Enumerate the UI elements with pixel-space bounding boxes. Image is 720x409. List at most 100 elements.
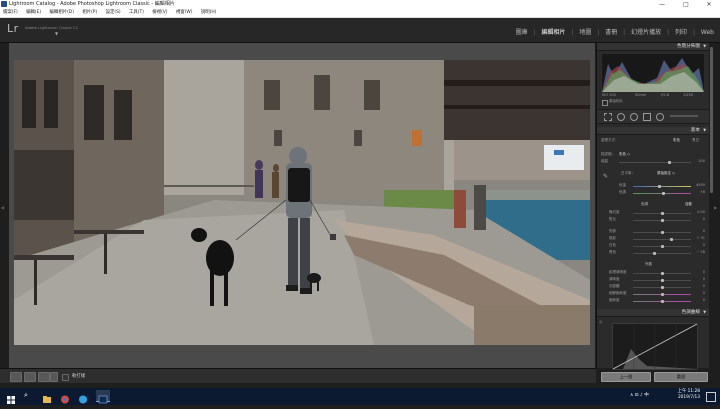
blacks-slider-knob[interactable]	[653, 252, 656, 255]
module-separator: |	[623, 29, 626, 36]
module-develop[interactable]: 編輯相片	[541, 29, 565, 36]
maximize-button[interactable]: □	[675, 0, 697, 9]
soft-proofing-checkbox[interactable]	[62, 374, 69, 381]
menu-photo[interactable]: 相片(P)	[82, 9, 97, 17]
radial-filter-icon[interactable]	[656, 113, 664, 121]
menu-develop[interactable]: 編輯相片(D)	[50, 9, 74, 17]
swap-before-after-button[interactable]	[38, 372, 50, 382]
menu-edit[interactable]: 編輯(E)	[26, 9, 41, 17]
saturation-label: 飽和度	[609, 298, 620, 302]
view-options-dropdown[interactable]	[50, 372, 58, 382]
tone-curve-panel-header[interactable]: 色調曲線 ▼	[597, 309, 709, 317]
tint-slider-knob[interactable]	[662, 192, 665, 195]
exposure-value[interactable]: 0.00	[693, 210, 705, 215]
amount-slider-knob[interactable]	[668, 161, 671, 164]
system-tray[interactable]: ∧ ⊡ ♪ 中	[630, 392, 649, 398]
search-icon[interactable]: ⌕	[24, 390, 34, 401]
red-eye-icon[interactable]	[630, 113, 638, 121]
vibrance-slider-knob[interactable]	[661, 293, 664, 296]
close-button[interactable]: ✕	[698, 0, 720, 9]
temperature-slider[interactable]	[633, 186, 691, 187]
left-panel-toggle-icon[interactable]: ◀	[1, 205, 4, 210]
shadows-slider-knob[interactable]	[670, 238, 673, 241]
histogram-panel-header[interactable]: 色階分佈圖 ▼	[597, 43, 709, 51]
tool-strip	[597, 109, 709, 124]
clarity-slider-knob[interactable]	[661, 279, 664, 282]
lightroom-taskbar-icon[interactable]	[96, 390, 110, 404]
tone-curve-graph[interactable]	[612, 323, 698, 370]
contrast-label: 對比	[609, 217, 616, 221]
menu-settings[interactable]: 設定(S)	[106, 9, 121, 17]
before-after-view-button[interactable]	[24, 372, 36, 382]
crop-tool-icon[interactable]	[604, 113, 612, 121]
histogram-chart[interactable]	[602, 54, 704, 92]
collapse-icon: ▼	[703, 310, 706, 314]
temperature-value[interactable]: 4950	[693, 183, 705, 188]
loupe-view-button[interactable]	[10, 372, 22, 382]
file-explorer-icon[interactable]	[42, 390, 52, 403]
reset-button[interactable]: 重設	[654, 372, 708, 382]
vibrance-label: 細節飽和度	[609, 291, 627, 295]
module-book[interactable]: 書冊	[605, 29, 617, 36]
module-web[interactable]: Web	[701, 29, 714, 36]
shadows-slider[interactable]	[633, 239, 691, 240]
highlights-value[interactable]: 0	[693, 229, 705, 234]
whites-slider-knob[interactable]	[661, 245, 664, 248]
tint-value[interactable]: +8	[693, 190, 705, 195]
original-photo-checkbox[interactable]	[602, 100, 608, 106]
minimize-button[interactable]: —	[651, 0, 673, 9]
white-balance-dropdown[interactable]: 原始設定 ◇	[657, 171, 675, 176]
contrast-value[interactable]: 0	[693, 217, 705, 222]
chrome-icon[interactable]	[60, 390, 70, 404]
spot-removal-icon[interactable]	[617, 113, 625, 121]
contrast-slider-knob[interactable]	[661, 219, 664, 222]
texture-value[interactable]: 0	[693, 270, 705, 275]
eyedropper-icon[interactable]: ✎	[603, 173, 608, 180]
brush-tool-icon[interactable]	[670, 115, 698, 117]
module-library[interactable]: 圖庫	[516, 29, 528, 36]
exposure-slider-knob[interactable]	[661, 212, 664, 215]
clarity-value[interactable]: 0	[693, 277, 705, 282]
menu-view[interactable]: 檢視(V)	[152, 9, 167, 17]
menu-help[interactable]: 說明(H)	[201, 9, 217, 17]
identity-dropdown-icon[interactable]: ▼	[55, 31, 58, 36]
module-map[interactable]: 地圖	[579, 29, 591, 36]
whites-value[interactable]: 0	[693, 243, 705, 248]
treatment-bw-option[interactable]: 黑白	[692, 138, 699, 143]
start-icon[interactable]	[6, 390, 16, 404]
basic-panel-header[interactable]: 基本 ▼	[597, 127, 709, 135]
notification-icon[interactable]	[706, 392, 716, 402]
graduated-filter-icon[interactable]	[643, 113, 651, 121]
photo-preview[interactable]	[14, 60, 590, 345]
target-adjust-icon[interactable]: ◎	[599, 319, 603, 324]
module-print[interactable]: 列印	[675, 29, 687, 36]
right-panel-toggle-icon[interactable]: ▶	[714, 205, 717, 210]
temperature-slider-knob[interactable]	[658, 185, 661, 188]
blacks-slider[interactable]	[633, 253, 691, 254]
histogram-readout-aperture: f/2.8	[661, 93, 669, 97]
highlights-slider-knob[interactable]	[661, 231, 664, 234]
amount-value[interactable]: 100	[693, 159, 705, 164]
tone-section-label: 色調	[641, 202, 648, 206]
texture-slider-knob[interactable]	[661, 272, 664, 275]
previous-button[interactable]: 上一個	[601, 372, 651, 382]
taskbar-clock[interactable]: 上午 11:28 2019/7/13	[668, 389, 700, 401]
blacks-value[interactable]: − 28	[693, 250, 706, 255]
tone-auto-button[interactable]: 自動	[685, 202, 692, 207]
menu-file[interactable]: 檔案(F)	[3, 9, 18, 17]
dehaze-slider-knob[interactable]	[661, 286, 664, 289]
saturation-slider-knob[interactable]	[661, 300, 664, 303]
histogram-title: 色階分佈圖	[677, 44, 700, 49]
dehaze-value[interactable]: 0	[693, 284, 705, 289]
shadows-value[interactable]: + 31	[693, 236, 706, 241]
menu-window[interactable]: 視窗(W)	[176, 9, 193, 17]
vibrance-value[interactable]: 0	[693, 291, 705, 296]
menu-tools[interactable]: 工具(T)	[129, 9, 144, 17]
treatment-color-option[interactable]: 彩色	[673, 138, 680, 143]
edge-icon[interactable]	[78, 390, 88, 404]
amount-slider[interactable]	[619, 162, 691, 163]
right-panel-scrollbar[interactable]	[709, 43, 714, 368]
profile-dropdown[interactable]: 彩色 ◇	[619, 152, 630, 157]
saturation-value[interactable]: 0	[693, 298, 705, 303]
module-slideshow[interactable]: 幻燈片播放	[631, 29, 661, 36]
